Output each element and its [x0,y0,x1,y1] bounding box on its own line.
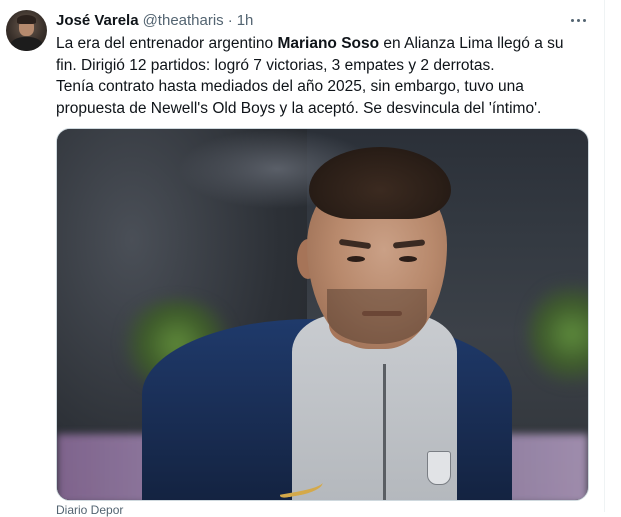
tweet-time[interactable]: 1h [237,12,254,29]
separator-dot: · [227,11,233,29]
avatar-hair [17,15,36,24]
tweet-text-line: Tenía contrato hasta mediados del año 20… [56,76,604,98]
text-segment: La era del entrenador argentino [56,35,278,52]
more-dot [570,18,574,22]
avatar[interactable] [6,10,47,51]
tweet-header: José Varela @theatharis · 1h [56,10,253,30]
photo-beard [327,289,427,344]
media-source-caption: Diario Depor [56,503,124,517]
tweet-text-line: fin. Dirigió 12 partidos: logró 7 victor… [56,55,604,77]
tweet-text: La era del entrenador argentino Mariano … [56,33,604,119]
text-segment: fin. Dirigió 12 partidos: logró 7 victor… [56,56,495,74]
photo-eye [399,256,417,262]
author-handle[interactable]: @theatharis [143,12,224,29]
photo-pitch-blur [527,279,588,389]
text-segment: en Alianza Lima llegó a su [379,35,564,52]
author-name[interactable]: José Varela [56,12,139,29]
avatar-body [10,37,43,51]
tweet-photo[interactable] [56,128,589,501]
tweet-text-line: propuesta de Newell's Old Boys y la acep… [56,98,604,120]
more-dot [582,18,586,22]
text-bold-segment: Mariano Soso [277,35,380,52]
text-segment: Tenía contrato hasta mediados del año 20… [56,78,524,95]
more-horizontal-icon[interactable] [566,10,590,30]
photo-mouth [362,311,402,316]
photo-club-crest [427,451,451,485]
more-dot [576,18,580,22]
tweet[interactable]: José Varela @theatharis · 1h La era del … [0,0,604,517]
text-segment: propuesta de Newell's Old Boys y la acep… [56,99,542,117]
column-divider [604,0,605,512]
photo-eye [347,256,365,262]
tweet-text-line: La era del entrenador argentino Mariano … [56,33,604,55]
photo-hair [309,147,451,219]
photo-zip [383,364,386,500]
